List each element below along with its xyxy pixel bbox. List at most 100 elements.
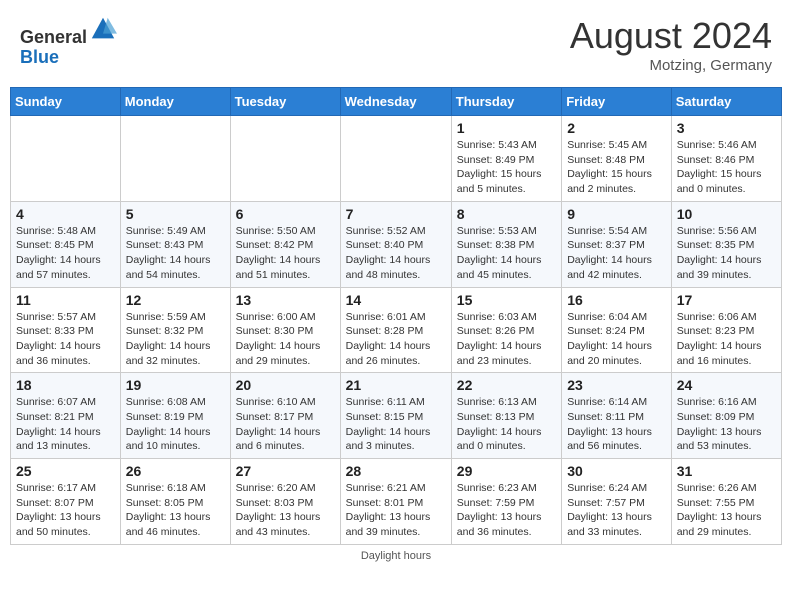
calendar-body: 1Sunrise: 5:43 AM Sunset: 8:49 PM Daylig… [11, 116, 782, 545]
logo: General Blue [20, 15, 117, 68]
day-cell: 11Sunrise: 5:57 AM Sunset: 8:33 PM Dayli… [11, 287, 121, 373]
footer-note: Daylight hours [10, 550, 782, 562]
day-cell: 2 Sunrise: 5:45 AM Sunset: 8:48 PM Daylig… [562, 116, 672, 202]
day-number: 29 [457, 463, 556, 479]
day-cell: 26Sunrise: 6:18 AM Sunset: 8:05 PM Dayli… [120, 459, 230, 545]
day-cell: 7 Sunrise: 5:52 AM Sunset: 8:40 PM Daylig… [340, 201, 451, 287]
day-cell [120, 116, 230, 202]
day-cell: 28Sunrise: 6:21 AM Sunset: 8:01 PM Dayli… [340, 459, 451, 545]
day-cell: 19 Sunrise: 6:08 AM Sunset: 8:19 PM Dayli… [120, 373, 230, 459]
day-info: Sunrise: 6:08 AM Sunset: 8:19 PM Dayligh… [126, 395, 225, 454]
day-info: Sunrise: 5:49 AM Sunset: 8:43 PM Dayligh… [126, 224, 225, 283]
day-info: Sunrise: 5:56 AM Sunset: 8:35 PM Dayligh… [677, 224, 776, 283]
day-cell: 31 Sunrise: 6:26 AM Sunset: 7:55 PM Dayli… [671, 459, 781, 545]
day-info: Sunrise: 6:04 AM Sunset: 8:24 PM Dayligh… [567, 310, 666, 369]
day-number: 30 [567, 463, 666, 479]
day-number: 16 [567, 292, 666, 308]
day-cell [11, 116, 121, 202]
day-cell: 16 Sunrise: 6:04 AM Sunset: 8:24 PM Dayli… [562, 287, 672, 373]
day-info: Sunrise: 6:13 AM Sunset: 8:13 PM Dayligh… [457, 395, 556, 454]
day-cell: 4Sunrise: 5:48 AM Sunset: 8:45 PM Daylig… [11, 201, 121, 287]
weekday-monday: Monday [120, 88, 230, 116]
week-row-3: 11Sunrise: 5:57 AM Sunset: 8:33 PM Dayli… [11, 287, 782, 373]
day-cell: 18 Sunrise: 6:07 AM Sunset: 8:21 PM Dayli… [11, 373, 121, 459]
day-info: Sunrise: 6:07 AM Sunset: 8:21 PM Dayligh… [16, 395, 115, 454]
day-number: 25 [16, 463, 115, 479]
day-number: 9 [567, 206, 666, 222]
day-number: 14 [346, 292, 446, 308]
day-cell: 14 Sunrise: 6:01 AM Sunset: 8:28 PM Dayli… [340, 287, 451, 373]
day-cell: 17 Sunrise: 6:06 AM Sunset: 8:23 PM Dayli… [671, 287, 781, 373]
day-cell: 21Sunrise: 6:11 AM Sunset: 8:15 PM Dayli… [340, 373, 451, 459]
day-number: 24 [677, 377, 776, 393]
day-number: 21 [346, 377, 446, 393]
day-cell: 20 Sunrise: 6:10 AM Sunset: 8:17 PM Dayli… [230, 373, 340, 459]
weekday-tuesday: Tuesday [230, 88, 340, 116]
day-info: Sunrise: 6:16 AM Sunset: 8:09 PM Dayligh… [677, 395, 776, 454]
day-number: 17 [677, 292, 776, 308]
day-cell: 10 Sunrise: 5:56 AM Sunset: 8:35 PM Dayli… [671, 201, 781, 287]
logo-icon [89, 15, 117, 43]
day-cell: 30 Sunrise: 6:24 AM Sunset: 7:57 PM Dayli… [562, 459, 672, 545]
day-number: 13 [236, 292, 335, 308]
day-cell: 24 Sunrise: 6:16 AM Sunset: 8:09 PM Dayli… [671, 373, 781, 459]
week-row-2: 4Sunrise: 5:48 AM Sunset: 8:45 PM Daylig… [11, 201, 782, 287]
week-row-5: 25 Sunrise: 6:17 AM Sunset: 8:07 PM Dayli… [11, 459, 782, 545]
day-number: 5 [126, 206, 225, 222]
day-number: 15 [457, 292, 556, 308]
day-info: Sunrise: 6:03 AM Sunset: 8:26 PM Dayligh… [457, 310, 556, 369]
day-info: Sunrise: 5:45 AM Sunset: 8:48 PM Dayligh… [567, 138, 666, 197]
calendar-table: SundayMondayTuesdayWednesdayThursdayFrid… [10, 87, 782, 545]
day-info: Sunrise: 5:54 AM Sunset: 8:37 PM Dayligh… [567, 224, 666, 283]
day-cell: 1Sunrise: 5:43 AM Sunset: 8:49 PM Daylig… [451, 116, 561, 202]
day-info: Sunrise: 5:50 AM Sunset: 8:42 PM Dayligh… [236, 224, 335, 283]
day-info: Sunrise: 6:24 AM Sunset: 7:57 PM Dayligh… [567, 481, 666, 540]
day-number: 20 [236, 377, 335, 393]
weekday-friday: Friday [562, 88, 672, 116]
day-number: 6 [236, 206, 335, 222]
week-row-4: 18 Sunrise: 6:07 AM Sunset: 8:21 PM Dayli… [11, 373, 782, 459]
day-number: 10 [677, 206, 776, 222]
weekday-saturday: Saturday [671, 88, 781, 116]
day-cell: 6 Sunrise: 5:50 AM Sunset: 8:42 PM Daylig… [230, 201, 340, 287]
day-number: 3 [677, 120, 776, 136]
day-cell: 25 Sunrise: 6:17 AM Sunset: 8:07 PM Dayli… [11, 459, 121, 545]
day-info: Sunrise: 6:06 AM Sunset: 8:23 PM Dayligh… [677, 310, 776, 369]
day-info: Sunrise: 6:17 AM Sunset: 8:07 PM Dayligh… [16, 481, 115, 540]
day-info: Sunrise: 5:52 AM Sunset: 8:40 PM Dayligh… [346, 224, 446, 283]
day-info: Sunrise: 6:26 AM Sunset: 7:55 PM Dayligh… [677, 481, 776, 540]
day-cell: 8 Sunrise: 5:53 AM Sunset: 8:38 PM Daylig… [451, 201, 561, 287]
day-info: Sunrise: 5:43 AM Sunset: 8:49 PM Dayligh… [457, 138, 556, 197]
location: Motzing, Germany [570, 57, 772, 74]
day-cell: 27Sunrise: 6:20 AM Sunset: 8:03 PM Dayli… [230, 459, 340, 545]
day-info: Sunrise: 6:00 AM Sunset: 8:30 PM Dayligh… [236, 310, 335, 369]
day-cell [340, 116, 451, 202]
day-number: 19 [126, 377, 225, 393]
calendar-header: SundayMondayTuesdayWednesdayThursdayFrid… [11, 88, 782, 116]
day-cell: 13 Sunrise: 6:00 AM Sunset: 8:30 PM Dayli… [230, 287, 340, 373]
day-number: 18 [16, 377, 115, 393]
day-number: 2 [567, 120, 666, 136]
month-title: August 2024 [570, 15, 772, 57]
logo-general: General [20, 27, 87, 47]
day-info: Sunrise: 6:01 AM Sunset: 8:28 PM Dayligh… [346, 310, 446, 369]
weekday-thursday: Thursday [451, 88, 561, 116]
title-block: August 2024 Motzing, Germany [570, 15, 772, 74]
day-cell: 12Sunrise: 5:59 AM Sunset: 8:32 PM Dayli… [120, 287, 230, 373]
day-number: 23 [567, 377, 666, 393]
weekday-sunday: Sunday [11, 88, 121, 116]
weekday-wednesday: Wednesday [340, 88, 451, 116]
day-info: Sunrise: 5:46 AM Sunset: 8:46 PM Dayligh… [677, 138, 776, 197]
day-number: 11 [16, 292, 115, 308]
day-number: 31 [677, 463, 776, 479]
day-number: 26 [126, 463, 225, 479]
day-info: Sunrise: 5:53 AM Sunset: 8:38 PM Dayligh… [457, 224, 556, 283]
day-info: Sunrise: 6:10 AM Sunset: 8:17 PM Dayligh… [236, 395, 335, 454]
day-info: Sunrise: 5:59 AM Sunset: 8:32 PM Dayligh… [126, 310, 225, 369]
day-number: 7 [346, 206, 446, 222]
day-number: 22 [457, 377, 556, 393]
page-header: General Blue August 2024 Motzing, German… [10, 10, 782, 79]
day-cell: 15 Sunrise: 6:03 AM Sunset: 8:26 PM Dayli… [451, 287, 561, 373]
day-number: 8 [457, 206, 556, 222]
logo-blue: Blue [20, 47, 59, 67]
